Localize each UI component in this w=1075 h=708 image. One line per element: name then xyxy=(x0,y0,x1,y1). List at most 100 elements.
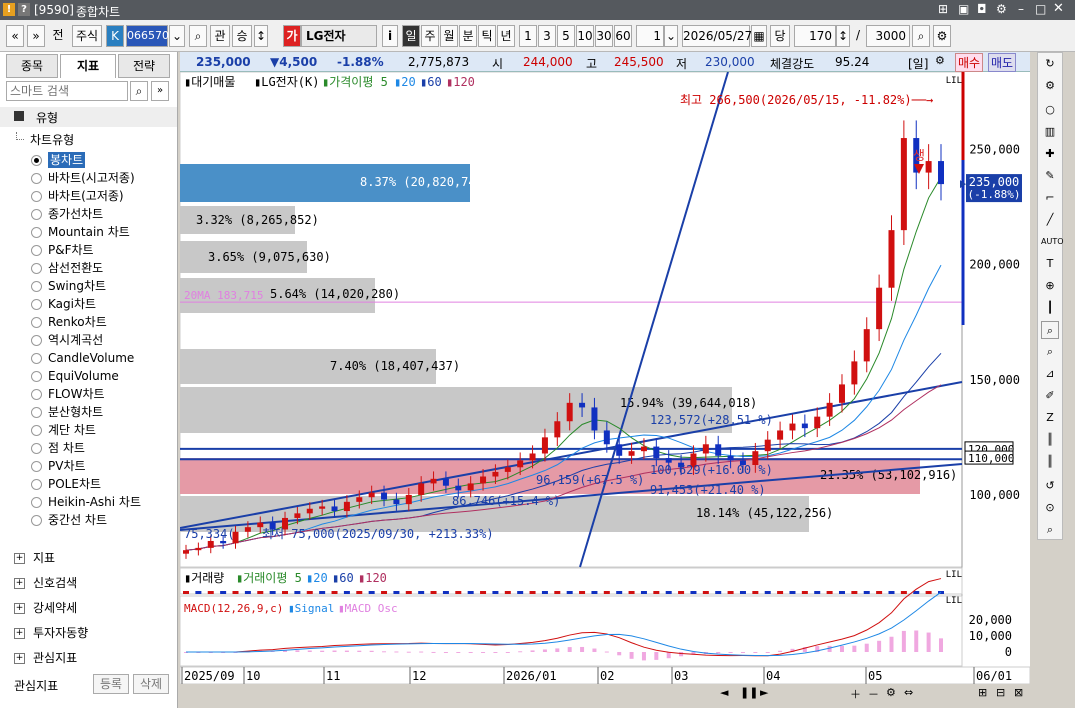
period-minute[interactable]: 분 xyxy=(459,25,477,47)
radio-19[interactable] xyxy=(31,479,42,490)
next-button[interactable]: » xyxy=(27,25,45,47)
num-60[interactable]: 60 xyxy=(614,25,632,47)
camera-icon[interactable]: ◘ xyxy=(977,2,987,16)
undo-tool-icon[interactable]: ↺ xyxy=(1041,477,1059,495)
chart-type-option[interactable]: P&F차트 xyxy=(48,242,94,258)
tab-strategy[interactable]: 전략 xyxy=(118,54,170,78)
expand-icon[interactable]: + xyxy=(14,578,25,589)
radio-4[interactable] xyxy=(31,209,42,220)
chart-type-option[interactable]: FLOW차트 xyxy=(48,386,105,402)
line-tool-icon[interactable]: ╱ xyxy=(1041,211,1059,229)
chart-type-option[interactable]: 분산형차트 xyxy=(48,404,103,420)
sell-button[interactable]: 매도 xyxy=(988,53,1017,72)
refresh-tool-icon[interactable]: ↻ xyxy=(1041,55,1059,73)
register-button[interactable]: 등록 xyxy=(93,674,129,694)
chart-type-option[interactable]: Swing차트 xyxy=(48,278,106,294)
radio-11[interactable] xyxy=(31,335,42,346)
search-tool-icon[interactable]: ⌕ xyxy=(1041,521,1059,539)
chart-type-option[interactable]: 계단 차트 xyxy=(48,422,96,438)
updown-icon[interactable]: ↕ xyxy=(254,25,268,47)
chart-type-option[interactable]: 봉차트 xyxy=(48,152,86,168)
measure-tool-icon[interactable]: ⊿ xyxy=(1041,365,1059,383)
play-icon[interactable]: ► xyxy=(760,686,768,699)
chart-type-option[interactable]: EquiVolume xyxy=(48,368,119,384)
type-header[interactable]: 유형 xyxy=(0,107,177,127)
pin-icon[interactable]: ⊞ xyxy=(938,2,948,16)
radio-21[interactable] xyxy=(31,515,42,526)
unit-input[interactable]: 1 xyxy=(636,25,664,47)
chart-type-option[interactable]: PV차트 xyxy=(48,458,86,474)
radio-8[interactable] xyxy=(31,281,42,292)
num-10[interactable]: 10 xyxy=(576,25,594,47)
indicator-group[interactable]: + 투자자동향 xyxy=(14,624,88,641)
zigzag-tool-icon[interactable]: Ζ xyxy=(1041,409,1059,427)
redo-tool-icon[interactable]: ⊙ xyxy=(1041,499,1059,517)
radio-20[interactable] xyxy=(31,497,42,508)
chart-type-option[interactable]: 바차트(시고저종) xyxy=(48,170,135,186)
help-icon[interactable]: ? xyxy=(18,3,30,16)
grid-tool-icon[interactable]: ║ xyxy=(1041,453,1059,471)
total-input[interactable]: 3000 xyxy=(866,25,910,47)
marker-tool-icon[interactable]: ⌐ xyxy=(1041,189,1059,207)
chart-type-option[interactable]: 바차트(고저종) xyxy=(48,188,124,204)
gwan-button[interactable]: 관 xyxy=(210,25,230,47)
radio-1[interactable] xyxy=(31,155,42,166)
pen-tool-icon[interactable]: ✎ xyxy=(1041,167,1059,185)
tab-stock[interactable]: 종목 xyxy=(6,54,58,78)
expand-icon[interactable]: + xyxy=(14,628,25,639)
radio-7[interactable] xyxy=(31,263,42,274)
period-tick[interactable]: 틱 xyxy=(478,25,496,47)
settings-icon[interactable]: ⚙ xyxy=(996,2,1007,16)
chart-type-option[interactable]: 역시계곡선 xyxy=(48,332,103,348)
chart-settings-icon[interactable]: ⚙ xyxy=(886,686,896,699)
chart-svg[interactable]: ▮대기매물 ▮LG전자(K) ▮가격이평 5 ▮20 ▮60 ▮120 LIL 8.37% (… xyxy=(179,71,1031,685)
radio-10[interactable] xyxy=(31,317,42,328)
code-input[interactable]: 066570 xyxy=(126,25,169,47)
dang-button[interactable]: 당 xyxy=(770,25,790,47)
num-3[interactable]: 3 xyxy=(538,25,556,47)
chart-expand-icon[interactable]: ⇔ xyxy=(904,686,913,699)
gear-tool-icon[interactable]: ⚙ xyxy=(1041,77,1059,95)
num-1[interactable]: 1 xyxy=(519,25,537,47)
close-icon[interactable]: ✕ xyxy=(1053,1,1064,16)
stock-name[interactable]: LG전자 xyxy=(301,25,377,47)
smart-search-input[interactable] xyxy=(6,81,128,101)
info-button[interactable]: i xyxy=(382,25,398,47)
circle-tool-icon[interactable]: ○ xyxy=(1041,101,1059,119)
left-search-icon[interactable]: ⌕ xyxy=(130,81,148,101)
chart-area[interactable]: ▮대기매물 ▮LG전자(K) ▮가격이평 5 ▮20 ▮60 ▮120 LIL 8.37% (… xyxy=(179,71,1031,685)
zoom-in-icon[interactable]: ＋ xyxy=(850,686,861,702)
radio-13[interactable] xyxy=(31,371,42,382)
seung-button[interactable]: 승 xyxy=(232,25,252,47)
cross-tool-icon[interactable]: ✚ xyxy=(1041,145,1059,163)
chart-type-option[interactable]: CandleVolume xyxy=(48,350,134,366)
period-month[interactable]: 월 xyxy=(440,25,458,47)
pause-icon[interactable]: ❚❚ xyxy=(740,686,758,699)
quote-settings-icon[interactable]: ⚙ xyxy=(935,54,945,67)
period-day[interactable]: 일 xyxy=(402,25,420,47)
chart-type-option[interactable]: 삼선전환도 xyxy=(48,260,103,276)
num-5[interactable]: 5 xyxy=(557,25,575,47)
radio-9[interactable] xyxy=(31,299,42,310)
radio-18[interactable] xyxy=(31,461,42,472)
grid-remove-icon[interactable]: ⊟ xyxy=(996,686,1005,699)
radio-6[interactable] xyxy=(31,245,42,256)
radio-14[interactable] xyxy=(31,389,42,400)
expand-icon[interactable]: + xyxy=(14,553,25,564)
scroll-start-icon[interactable]: ◄ xyxy=(720,686,728,699)
chart-type-option[interactable]: Mountain 차트 xyxy=(48,224,130,240)
indicator-group[interactable]: + 신호검색 xyxy=(14,574,77,591)
chart-type-option[interactable]: Kagi차트 xyxy=(48,296,96,312)
grid-add-icon[interactable]: ⊞ xyxy=(978,686,987,699)
buy-button[interactable]: 매수 xyxy=(955,53,984,72)
chart-scroll-controls[interactable]: ◄ ❚❚ ► ＋ － ⚙ ⇔ ⊞ ⊟ ⊠ xyxy=(700,686,1030,702)
date-input[interactable]: 2026/05/27 xyxy=(682,25,752,47)
radio-16[interactable] xyxy=(31,425,42,436)
pencil-tool-icon[interactable]: ✐ xyxy=(1041,387,1059,405)
count-spin-icon[interactable]: ↕ xyxy=(836,25,850,47)
radio-5[interactable] xyxy=(31,227,42,238)
chart-type-option[interactable]: POLE차트 xyxy=(48,476,101,492)
indicator-group[interactable]: + 관심지표 xyxy=(14,649,77,666)
type-select[interactable]: 주식 xyxy=(72,25,102,47)
auto-tool-icon[interactable]: AUTO xyxy=(1041,233,1064,251)
